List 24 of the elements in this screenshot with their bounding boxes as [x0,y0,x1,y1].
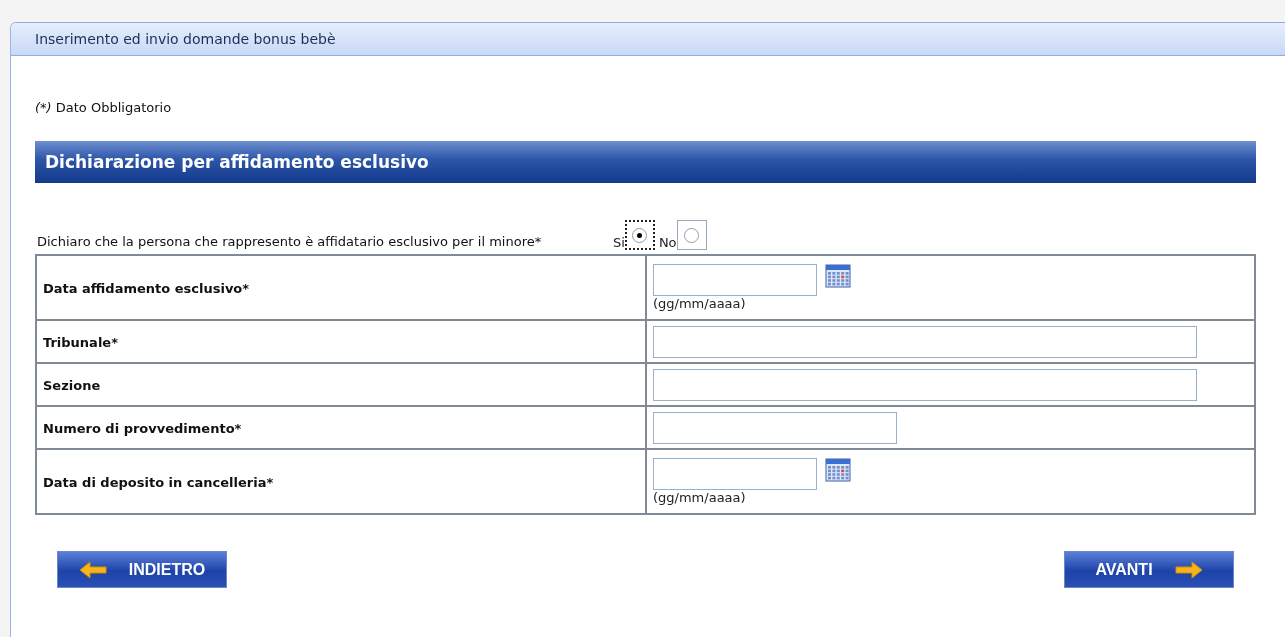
question-text: Dichiaro che la persona che rappresento è affidatario esclusivo per il minore* [36,234,543,250]
field-label: Data affidamento esclusivo* [43,281,250,296]
field-label: Tribunale* [43,335,118,350]
field-label: Data di deposito in cancelleria* [43,475,274,490]
input-field[interactable] [653,458,817,490]
panel-title: Inserimento ed invio domande bonus bebè [35,31,336,47]
field-label: Numero di provvedimento* [43,421,242,436]
input-field[interactable] [653,264,817,296]
section-title: Dichiarazione per affidamento esclusivo [45,152,429,172]
calendar-icon[interactable] [825,458,851,482]
option-label: Si [613,235,625,250]
required-legend: (*) Dato Obbligatorio [35,100,1256,115]
calendar-icon[interactable] [825,264,851,288]
field-label: Sezione [43,378,101,393]
arrow-icon [1174,560,1203,579]
input-field[interactable] [653,411,897,444]
back-button[interactable]: INDIETRO [57,551,227,588]
input-field[interactable] [653,368,1197,401]
date-format-hint: (gg/mm/aaaa) [653,490,747,505]
arrow-icon [78,560,107,579]
option-label: No [658,235,677,250]
input-field[interactable] [653,325,1197,358]
date-format-hint: (gg/mm/aaaa) [653,296,747,311]
next-button[interactable]: AVANTI [1064,551,1234,588]
